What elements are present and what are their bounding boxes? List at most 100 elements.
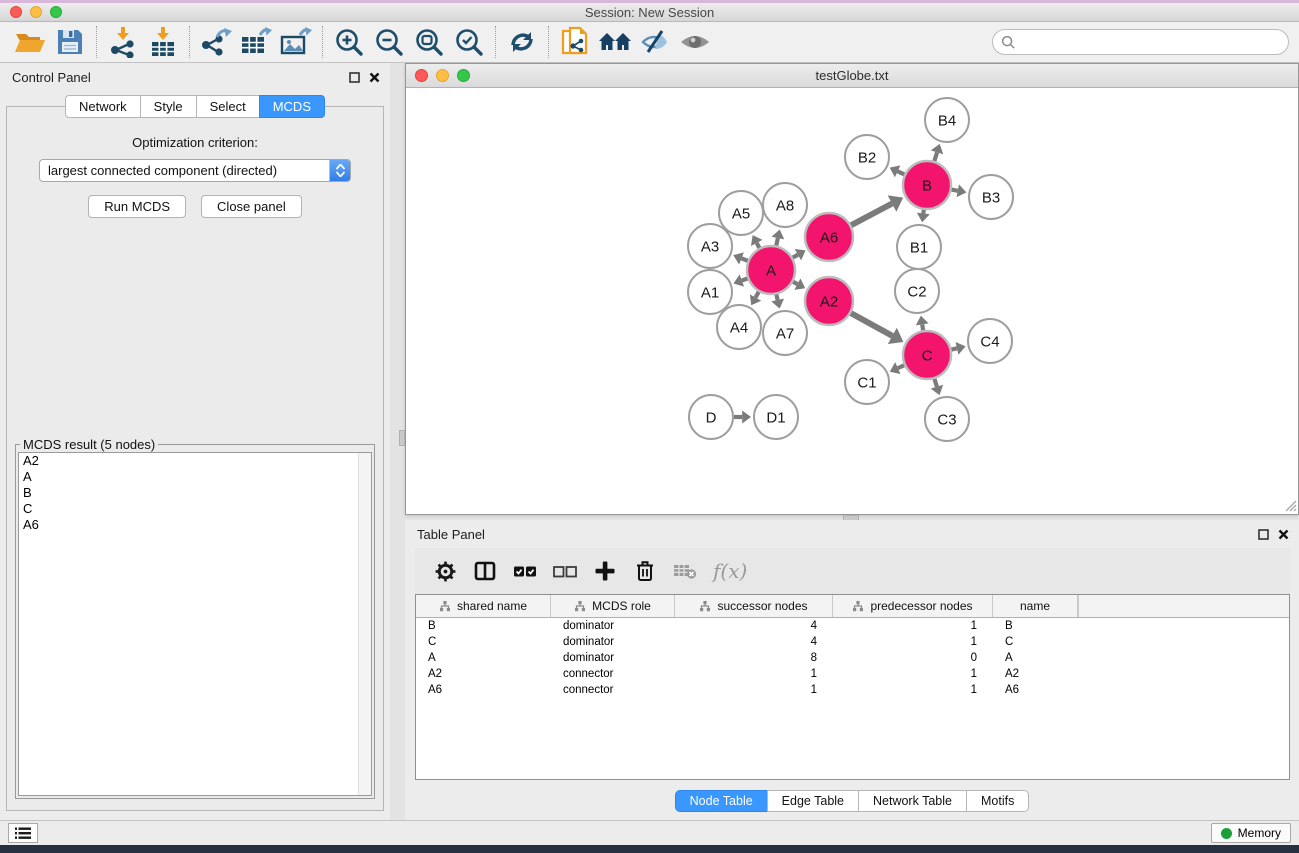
graph-node-A4[interactable]: A4 (717, 305, 761, 349)
mcds-result-list[interactable]: A2ABCA6 (18, 452, 372, 796)
apply-layout-button[interactable] (502, 25, 542, 59)
graph-node-D[interactable]: D (689, 395, 733, 439)
add-column-button[interactable] (589, 555, 621, 587)
graph-node-B2[interactable]: B2 (845, 135, 889, 179)
search-input[interactable] (1022, 32, 1288, 52)
graph-edge-A-A5[interactable] (757, 243, 760, 248)
vertical-scroll-thumb[interactable] (399, 430, 405, 446)
zoom-window-button[interactable] (50, 6, 62, 18)
close-panel-button[interactable]: Close panel (201, 195, 302, 218)
open-session-button[interactable] (10, 25, 50, 59)
graph-edge-C-C4[interactable] (951, 348, 957, 349)
graph-node-B1[interactable]: B1 (897, 225, 941, 269)
graph-node-C3[interactable]: C3 (925, 397, 969, 441)
show-columns-button[interactable] (469, 555, 501, 587)
graph-node-B4[interactable]: B4 (925, 98, 969, 142)
graph-node-D1[interactable]: D1 (754, 395, 798, 439)
table-row[interactable]: Cdominator41C (416, 634, 1289, 650)
table-row[interactable]: Adominator80A (416, 650, 1289, 666)
criterion-select[interactable]: largest connected component (directed) (39, 159, 351, 182)
graph-node-A3[interactable]: A3 (688, 224, 732, 268)
graph-edge-A6-B[interactable] (851, 204, 892, 226)
graph-node-A8[interactable]: A8 (763, 183, 807, 227)
graph-edge-A-A7[interactable] (776, 294, 777, 300)
result-item[interactable]: A6 (19, 517, 371, 533)
network-graph[interactable]: B4B2BB3A8A5A6A3B1AA1C2A2A4A7C4CC1DD1C3 (406, 88, 1298, 513)
task-history-button[interactable] (8, 823, 38, 843)
tab-motifs[interactable]: Motifs (966, 790, 1029, 812)
run-mcds-button[interactable]: Run MCDS (88, 195, 186, 218)
zoom-selected-button[interactable] (449, 25, 489, 59)
network-canvas[interactable]: B4B2BB3A8A5A6A3B1AA1C2A2A4A7C4CC1DD1C3 (406, 88, 1298, 513)
save-session-button[interactable] (50, 25, 90, 59)
graph-edge-B-B4[interactable] (934, 152, 937, 161)
graph-edge-B-B3[interactable] (952, 190, 958, 191)
float-panel-icon[interactable] (349, 72, 360, 83)
graph-edge-A2-C[interactable] (851, 313, 892, 336)
graph-node-A2[interactable]: A2 (805, 277, 853, 325)
result-item[interactable]: A2 (19, 453, 371, 469)
zoom-in-button[interactable] (329, 25, 369, 59)
duplicate-network-button[interactable] (555, 25, 595, 59)
close-panel-icon[interactable] (1278, 529, 1289, 540)
memory-button[interactable]: Memory (1211, 823, 1291, 843)
table-row[interactable]: A2connector11A2 (416, 666, 1289, 682)
result-item[interactable]: C (19, 501, 371, 517)
zoom-out-button[interactable] (369, 25, 409, 59)
graph-node-A6[interactable]: A6 (805, 213, 853, 261)
column-header[interactable]: predecessor nodes (833, 595, 993, 617)
resize-grip-icon[interactable] (1282, 497, 1297, 512)
import-table-button[interactable] (143, 25, 183, 59)
graph-edge-C-C2[interactable] (922, 324, 923, 330)
export-image-button[interactable] (276, 25, 316, 59)
node-table[interactable]: shared nameMCDS rolesuccessor nodesprede… (415, 594, 1290, 780)
graph-edge-A-A1[interactable] (742, 278, 748, 280)
column-header[interactable]: MCDS role (551, 595, 675, 617)
column-header[interactable]: shared name (416, 595, 551, 617)
hide-preview-button[interactable] (635, 25, 675, 59)
table-row[interactable]: A6connector11A6 (416, 682, 1289, 698)
show-preview-button[interactable] (675, 25, 715, 59)
zoom-fit-button[interactable] (409, 25, 449, 59)
deselect-all-rows-button[interactable] (549, 555, 581, 587)
graph-node-B3[interactable]: B3 (969, 175, 1013, 219)
minimize-window-button[interactable] (30, 6, 42, 18)
close-panel-icon[interactable] (369, 72, 380, 83)
home-button[interactable] (595, 25, 635, 59)
network-minimize-button[interactable] (436, 69, 449, 82)
delete-column-button[interactable] (629, 555, 661, 587)
tab-network-table[interactable]: Network Table (858, 790, 967, 812)
float-panel-icon[interactable] (1258, 529, 1269, 540)
result-scrollbar[interactable] (358, 453, 371, 795)
table-settings-button[interactable] (429, 555, 461, 587)
graph-edge-A-A6[interactable] (793, 255, 798, 258)
tab-node-table[interactable]: Node Table (675, 790, 768, 812)
tab-mcds[interactable]: MCDS (259, 95, 325, 118)
graph-node-C2[interactable]: C2 (895, 269, 939, 313)
graph-edge-A-A4[interactable] (756, 292, 759, 298)
graph-node-C[interactable]: C (903, 331, 951, 379)
graph-edge-A-A3[interactable] (741, 258, 747, 260)
graph-edge-C-C1[interactable] (898, 365, 904, 368)
graph-node-A1[interactable]: A1 (688, 270, 732, 314)
export-table-button[interactable] (236, 25, 276, 59)
result-item[interactable]: A (19, 469, 371, 485)
import-network-button[interactable] (103, 25, 143, 59)
graph-edge-A-A8[interactable] (776, 238, 778, 245)
graph-edge-A-A2[interactable] (793, 282, 797, 284)
network-close-button[interactable] (415, 69, 428, 82)
graph-node-C4[interactable]: C4 (968, 319, 1012, 363)
tab-edge-table[interactable]: Edge Table (767, 790, 859, 812)
tab-style[interactable]: Style (140, 95, 197, 118)
tab-network[interactable]: Network (65, 95, 141, 118)
graph-node-A7[interactable]: A7 (763, 311, 807, 355)
search-box[interactable] (992, 29, 1289, 55)
export-network-button[interactable] (196, 25, 236, 59)
select-all-rows-button[interactable] (509, 555, 541, 587)
graph-node-A5[interactable]: A5 (719, 191, 763, 235)
result-item[interactable]: B (19, 485, 371, 501)
close-window-button[interactable] (10, 6, 22, 18)
network-zoom-button[interactable] (457, 69, 470, 82)
graph-edge-C-C3[interactable] (934, 379, 936, 387)
tab-select[interactable]: Select (196, 95, 260, 118)
